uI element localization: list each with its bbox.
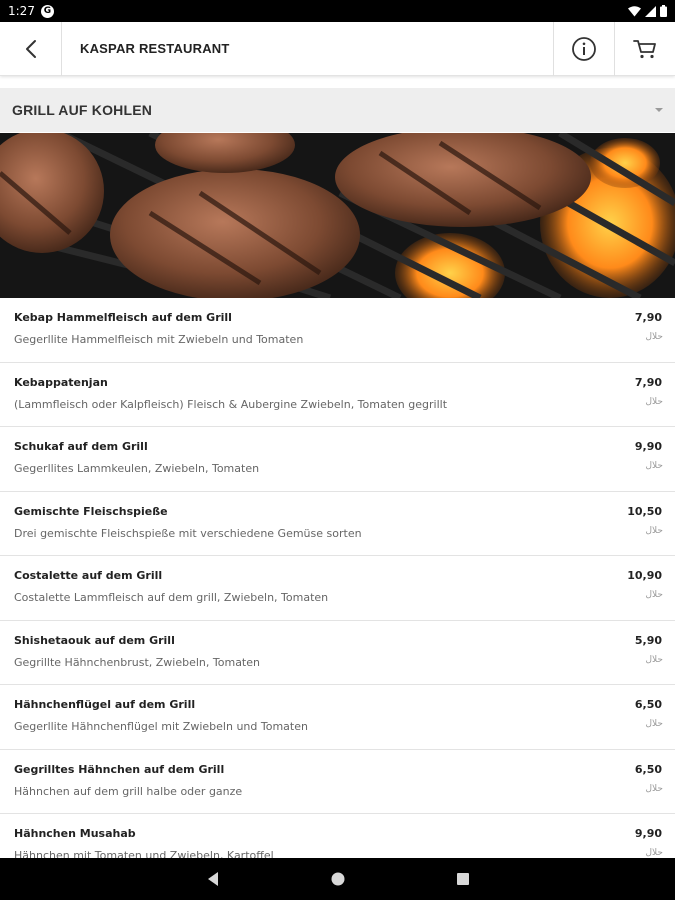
- item-price: 7,90: [634, 375, 662, 389]
- halal-badge: حلال: [645, 396, 663, 407]
- cart-button[interactable]: [614, 22, 675, 76]
- item-name: Gegrilltes Hähnchen auf dem Grill: [14, 762, 225, 776]
- category-label: GRILL AUF KOHLEN: [12, 102, 153, 118]
- item-description: Hähnchen auf dem grill halbe oder ganze: [14, 784, 243, 798]
- info-button[interactable]: [553, 22, 614, 76]
- item-price: 7,90: [634, 311, 662, 324]
- item-name: Hähnchen Musahab: [14, 827, 136, 840]
- item-description: Gegerllite Hähnchenflügel mit Zwiebeln u…: [14, 720, 308, 733]
- menu-item[interactable]: Gegrilltes Hähnchen auf dem Grill Hähnch…: [0, 750, 675, 814]
- halal-badge: حلال: [645, 783, 663, 794]
- item-name: Kebappatenjan: [14, 375, 108, 389]
- halal-badge: حلال: [645, 525, 663, 536]
- halal-badge: حلال: [645, 332, 663, 342]
- halal-badge: حلال: [645, 848, 663, 858]
- menu-item[interactable]: Costalette auf dem Grill Costalette Lamm…: [0, 556, 675, 621]
- item-price: 6,50: [634, 762, 662, 776]
- item-name: Hähnchenflügel auf dem Grill: [14, 698, 196, 711]
- menu-list: Kebap Hammelfleisch auf dem Grill Gegerl…: [0, 298, 675, 858]
- item-name: Schukaf auf dem Grill: [14, 440, 148, 453]
- grilled-meat-image: [0, 133, 675, 298]
- item-price: 9,90: [634, 827, 662, 840]
- item-description: Gegerllites Lammkeulen, Zwiebeln, Tomate…: [14, 462, 260, 475]
- item-name: Shishetaouk auf dem Grill: [14, 633, 175, 647]
- category-hero-image: [0, 133, 675, 298]
- menu-item[interactable]: Hähnchenflügel auf dem Grill Gegerllite …: [0, 685, 675, 750]
- nav-recents-button[interactable]: [448, 864, 478, 894]
- toolbar: KASPAR RESTAURANT: [0, 22, 675, 76]
- nav-back-button[interactable]: [198, 864, 228, 894]
- menu-item[interactable]: Gemischte Fleischspieße Drei gemischte F…: [0, 492, 675, 556]
- chevron-down-icon: [655, 108, 663, 112]
- status-time: 1:27: [8, 4, 35, 18]
- item-name: Gemischte Fleischspieße: [14, 504, 168, 518]
- item-name: Costalette auf dem Grill: [14, 569, 163, 582]
- halal-badge: حلال: [645, 590, 663, 600]
- item-price: 5,90: [634, 633, 662, 647]
- system-nav-bar: [0, 858, 675, 900]
- menu-item[interactable]: Schukaf auf dem Grill Gegerllites Lammke…: [0, 427, 675, 492]
- item-description: Gegerllite Hammelfleisch mit Zwiebeln un…: [14, 333, 304, 346]
- back-button[interactable]: [0, 22, 62, 76]
- battery-icon: [660, 5, 667, 17]
- back-arrow-icon: [25, 40, 36, 58]
- triangle-back-icon: [207, 872, 218, 886]
- item-price: 6,50: [634, 698, 662, 711]
- item-description: Hähnchen mit Tomaten und Zwiebeln, Karto…: [14, 849, 274, 858]
- square-recents-icon: [456, 873, 469, 885]
- cart-icon: [633, 40, 656, 59]
- item-description: Costalette Lammfleisch auf dem grill, Zw…: [14, 591, 329, 604]
- page-title: KASPAR RESTAURANT: [80, 41, 230, 56]
- item-description: (Lammfleisch oder Kalpfleisch) Fleisch &…: [14, 397, 448, 411]
- app-notification-icon: G: [40, 4, 54, 18]
- item-price: 10,50: [627, 504, 662, 518]
- menu-item[interactable]: Kebappatenjan (Lammfleisch oder Kalpflei…: [0, 363, 675, 427]
- menu-item[interactable]: Hähnchen Musahab Hähnchen mit Tomaten un…: [0, 814, 675, 858]
- nav-home-button[interactable]: [323, 864, 353, 894]
- halal-badge: حلال: [645, 654, 663, 665]
- item-name: Kebap Hammelfleisch auf dem Grill: [14, 311, 232, 324]
- menu-item[interactable]: Shishetaouk auf dem Grill Gegrillte Hähn…: [0, 621, 675, 685]
- item-description: Drei gemischte Fleischspieße mit verschi…: [14, 526, 362, 540]
- item-price: 10,90: [627, 569, 662, 582]
- item-description: Gegrillte Hähnchenbrust, Zwiebeln, Tomat…: [14, 655, 260, 669]
- halal-badge: حلال: [645, 719, 663, 729]
- item-price: 9,90: [634, 440, 662, 453]
- signal-icon: [645, 5, 656, 17]
- halal-badge: حلال: [645, 461, 663, 471]
- info-icon: [572, 37, 596, 61]
- category-dropdown[interactable]: GRILL AUF KOHLEN: [0, 88, 675, 132]
- app-screen: KASPAR RESTAURANT GRILL AUF KOHLEN Kebap…: [0, 22, 675, 858]
- status-bar: 1:27 G: [0, 0, 675, 22]
- wifi-icon: [628, 5, 641, 16]
- circle-home-icon: [331, 872, 344, 886]
- menu-item[interactable]: Kebap Hammelfleisch auf dem Grill Gegerl…: [0, 298, 675, 363]
